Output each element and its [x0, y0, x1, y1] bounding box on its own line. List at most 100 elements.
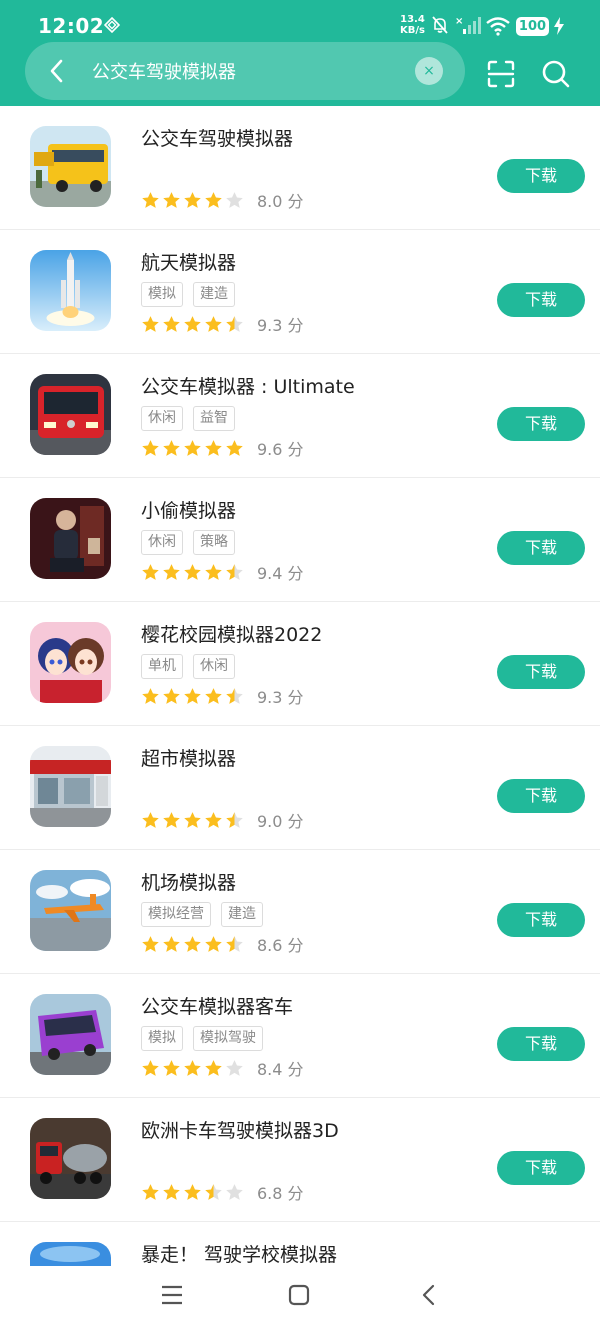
star-filled-icon	[205, 439, 222, 456]
diamond-icon	[104, 17, 120, 33]
tag: 策略	[193, 530, 235, 555]
wifi-icon	[486, 17, 510, 36]
search-icon[interactable]	[540, 58, 572, 90]
star-filled-icon	[184, 1059, 201, 1076]
home-icon[interactable]	[287, 1283, 311, 1307]
truck-app-icon	[30, 1118, 111, 1199]
tag-list: 模拟 模拟驾驶	[141, 1026, 263, 1052]
star-rating	[141, 935, 244, 954]
app-name: 机场模拟器	[141, 872, 237, 894]
result-item[interactable]: 公交车模拟器客车 模拟 模拟驾驶 8.4 分 下载	[0, 974, 600, 1098]
scan-icon[interactable]	[485, 58, 517, 90]
tag-list: 模拟经营 建造	[141, 902, 263, 928]
search-input[interactable]	[92, 56, 392, 86]
tag: 模拟经营	[141, 902, 211, 927]
back-icon[interactable]	[417, 1283, 441, 1307]
score: 8.4 分	[257, 1060, 304, 1079]
star-filled-icon	[163, 315, 180, 332]
star-half-icon	[226, 563, 243, 580]
star-filled-icon	[142, 935, 159, 952]
star-half-icon	[226, 687, 243, 704]
rating: 9.0 分	[141, 810, 304, 831]
app-name: 小偷模拟器	[141, 500, 237, 522]
tag: 建造	[221, 902, 263, 927]
tag: 休闲	[193, 654, 235, 679]
app-name: 樱花校园模拟器2022	[141, 624, 323, 646]
star-filled-icon	[163, 811, 180, 828]
app-name: 公交车模拟器 : Ultimate	[141, 376, 355, 398]
star-filled-icon	[205, 811, 222, 828]
rating: 6.8 分	[141, 1182, 304, 1203]
score: 8.0 分	[257, 192, 304, 211]
result-item[interactable]: 暴走！ 驾驶学校模拟器	[0, 1222, 600, 1266]
bus-driver-app-icon	[30, 126, 111, 207]
signal-icon: ×	[455, 16, 481, 34]
star-empty-icon	[226, 1183, 243, 1200]
star-empty-icon	[226, 1059, 243, 1076]
star-filled-icon	[184, 191, 201, 208]
rating: 9.4 分	[141, 562, 304, 583]
star-filled-icon	[184, 935, 201, 952]
result-item[interactable]: 公交车驾驶模拟器 8.0 分 下载	[0, 106, 600, 230]
tag-list: 休闲 益智	[141, 406, 235, 432]
star-filled-icon	[163, 687, 180, 704]
download-button[interactable]: 下载	[497, 407, 585, 441]
status-time: 12:02	[38, 14, 105, 38]
rocket-app-icon	[30, 250, 111, 331]
star-filled-icon	[163, 563, 180, 580]
star-filled-icon	[184, 315, 201, 332]
app-name: 欧洲卡车驾驶模拟器3D	[141, 1120, 339, 1142]
download-button[interactable]: 下载	[497, 779, 585, 813]
driving-school-app-icon	[30, 1242, 111, 1266]
download-button[interactable]: 下载	[497, 1151, 585, 1185]
search-results-list[interactable]: 公交车驾驶模拟器 8.0 分 下载 航天模拟器 模拟 建造 9.3 分 下载 公…	[0, 106, 600, 1266]
score: 6.8 分	[257, 1184, 304, 1203]
download-button[interactable]: 下载	[497, 283, 585, 317]
bell-muted-icon	[432, 16, 448, 34]
app-header: 12:02 13.4 KB/s × 100 公交车驾驶模拟器 ×	[0, 0, 600, 106]
star-filled-icon	[184, 687, 201, 704]
svg-text:×: ×	[455, 16, 463, 27]
download-button[interactable]: 下载	[497, 531, 585, 565]
back-arrow-icon[interactable]	[44, 57, 70, 85]
download-button[interactable]: 下载	[497, 1027, 585, 1061]
download-button[interactable]: 下载	[497, 903, 585, 937]
result-item[interactable]: 机场模拟器 模拟经营 建造 8.6 分 下载	[0, 850, 600, 974]
result-item[interactable]: 欧洲卡车驾驶模拟器3D 6.8 分 下载	[0, 1098, 600, 1222]
tag: 建造	[193, 282, 235, 307]
star-rating	[141, 1183, 244, 1202]
rating: 8.4 分	[141, 1058, 304, 1079]
star-rating	[141, 687, 244, 706]
star-filled-icon	[142, 1183, 159, 1200]
net-speed: 13.4 KB/s	[400, 14, 425, 36]
score: 9.3 分	[257, 688, 304, 707]
app-name: 暴走！ 驾驶学校模拟器	[141, 1244, 338, 1266]
star-empty-icon	[226, 191, 243, 208]
star-filled-icon	[142, 315, 159, 332]
tag: 模拟驾驶	[193, 1026, 263, 1051]
charging-icon	[554, 17, 564, 35]
star-filled-icon	[184, 811, 201, 828]
app-name: 航天模拟器	[141, 252, 237, 274]
rating: 8.0 分	[141, 190, 304, 211]
tag: 单机	[141, 654, 183, 679]
score: 9.4 分	[257, 564, 304, 583]
result-item[interactable]: 超市模拟器 9.0 分 下载	[0, 726, 600, 850]
star-rating	[141, 563, 244, 582]
score: 9.0 分	[257, 812, 304, 831]
tag: 益智	[193, 406, 235, 431]
star-half-icon	[226, 315, 243, 332]
result-item[interactable]: 航天模拟器 模拟 建造 9.3 分 下载	[0, 230, 600, 354]
result-item[interactable]: 小偷模拟器 休闲 策略 9.4 分 下载	[0, 478, 600, 602]
download-button[interactable]: 下载	[497, 655, 585, 689]
menu-icon[interactable]	[160, 1283, 184, 1307]
clear-search-icon[interactable]: ×	[415, 57, 443, 85]
result-item[interactable]: 公交车模拟器 : Ultimate 休闲 益智 9.6 分 下载	[0, 354, 600, 478]
star-filled-icon	[142, 439, 159, 456]
download-button[interactable]: 下载	[497, 159, 585, 193]
app-name: 超市模拟器	[141, 748, 237, 770]
airplane-app-icon	[30, 870, 111, 951]
rating: 9.6 分	[141, 438, 304, 459]
battery-indicator: 100	[516, 17, 549, 36]
result-item[interactable]: 樱花校园模拟器2022 单机 休闲 9.3 分 下载	[0, 602, 600, 726]
